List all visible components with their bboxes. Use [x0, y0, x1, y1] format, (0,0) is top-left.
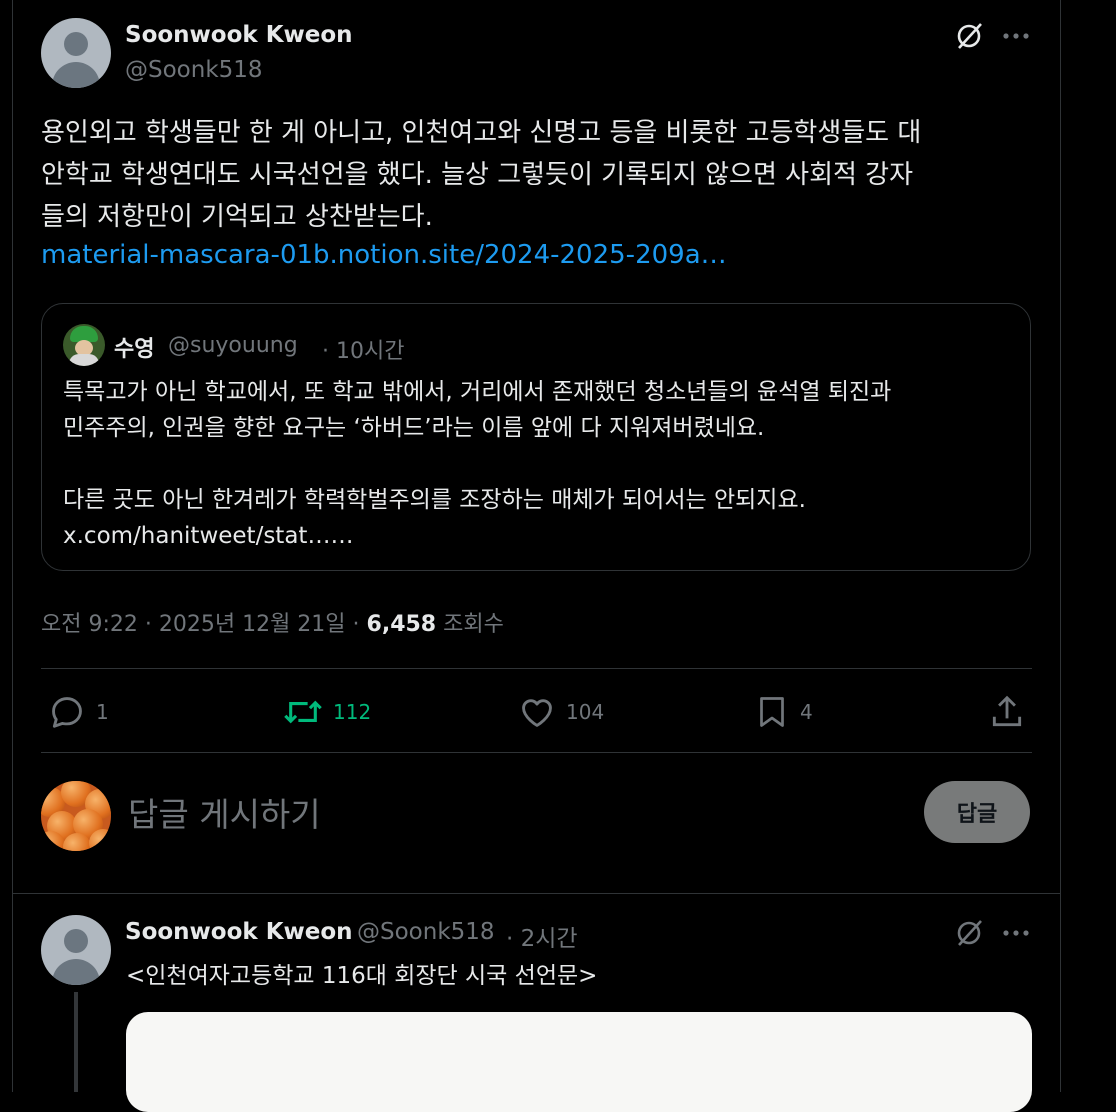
quoted-link[interactable]: x.com/hanitweet/stat……	[63, 518, 1013, 554]
share-button[interactable]	[988, 690, 1026, 734]
quoted-name[interactable]: 수영	[114, 331, 154, 363]
bookmark-icon	[760, 697, 784, 727]
user-avatar[interactable]	[41, 781, 111, 851]
reply-count: 1	[96, 700, 109, 724]
tweet-text-line: 안학교 학생연대도 시국선언을 했다. 늘상 그렇듯이 기록되지 않으면 사회적…	[41, 160, 914, 190]
tweet-timestamp[interactable]: 오전 9:22 · 2025년 12월 21일 ·	[41, 612, 360, 637]
quoted-text-line: 민주주의, 인권을 향한 요구는 ‘하버드’라는 이름 앞에 다 지워져버렸네요…	[63, 415, 765, 441]
second-author-handle[interactable]: @Soonk518	[357, 919, 495, 945]
column-border-left	[12, 0, 13, 1092]
section-divider	[12, 893, 1060, 894]
column-border-right	[1060, 0, 1061, 1092]
like-icon	[522, 699, 552, 727]
second-tweet-text: <인천여자고등학교 116대 회장단 시국 선언문>	[126, 963, 598, 989]
views-label: 조회수	[443, 612, 504, 637]
quoted-text-line: 다른 곳도 아닌 한겨레가 학력학벌주의를 조장하는 매체가 되어서는 안되지요…	[63, 487, 806, 513]
author-avatar[interactable]	[41, 18, 111, 88]
bookmark-count: 4	[800, 700, 813, 724]
grok-icon[interactable]	[951, 18, 987, 54]
reply-button[interactable]: 1	[48, 690, 109, 734]
like-count: 104	[566, 700, 605, 724]
reply-submit-button[interactable]: 답글	[924, 781, 1030, 843]
second-tweet-time[interactable]: · 2시간	[506, 919, 578, 953]
tweet-text: 용인외고 학생들만 한 게 아니고, 인천여고와 신명고 등을 비롯한 고등학생…	[41, 112, 1031, 238]
reply-icon	[52, 697, 82, 728]
tweet-text-line: 들의 저항만이 기억되고 상찬받는다.	[41, 202, 433, 232]
more-icon[interactable]	[998, 18, 1034, 54]
author-name[interactable]: Soonwook Kweon	[125, 22, 353, 48]
quoted-handle[interactable]: @suyouung	[168, 333, 298, 358]
quoted-tweet[interactable]: 수영 @suyouung · 10시간 특목고가 아닌 학교에서, 또 학교 밖…	[41, 303, 1031, 571]
author-handle[interactable]: @Soonk518	[125, 57, 263, 83]
quoted-time: · 10시간	[322, 339, 405, 364]
quoted-avatar[interactable]	[63, 324, 105, 366]
tweet-link[interactable]: material-mascara-01b.notion.site/2024-20…	[41, 240, 727, 270]
divider	[41, 668, 1032, 669]
more-icon[interactable]	[998, 915, 1034, 951]
thread-line	[74, 992, 78, 1092]
reply-input[interactable]: 답글 게시하기	[128, 788, 321, 836]
tweet-text-line: 용인외고 학생들만 한 게 아니고, 인천여고와 신명고 등을 비롯한 고등학생…	[41, 118, 922, 148]
quoted-text-line: 특목고가 아닌 학교에서, 또 학교 밖에서, 거리에서 존재했던 청소년들의 …	[63, 379, 892, 405]
grok-icon[interactable]	[951, 915, 987, 951]
quoted-text: 특목고가 아닌 학교에서, 또 학교 밖에서, 거리에서 존재했던 청소년들의 …	[63, 374, 1013, 554]
retweet-icon	[284, 700, 322, 724]
tweet-meta: 오전 9:22 · 2025년 12월 21일 · 6,458 조회수	[41, 606, 504, 638]
views-count: 6,458	[366, 612, 437, 637]
like-button[interactable]: 104	[518, 690, 604, 734]
retweet-button[interactable]: 112	[283, 690, 371, 734]
attached-image[interactable]	[126, 1012, 1032, 1112]
second-author-name[interactable]: Soonwook Kweon	[125, 919, 353, 945]
bookmark-button[interactable]: 4	[754, 690, 813, 734]
second-author-avatar[interactable]	[41, 915, 111, 985]
divider	[41, 752, 1032, 753]
retweet-count: 112	[333, 700, 372, 724]
share-icon	[992, 695, 1022, 727]
